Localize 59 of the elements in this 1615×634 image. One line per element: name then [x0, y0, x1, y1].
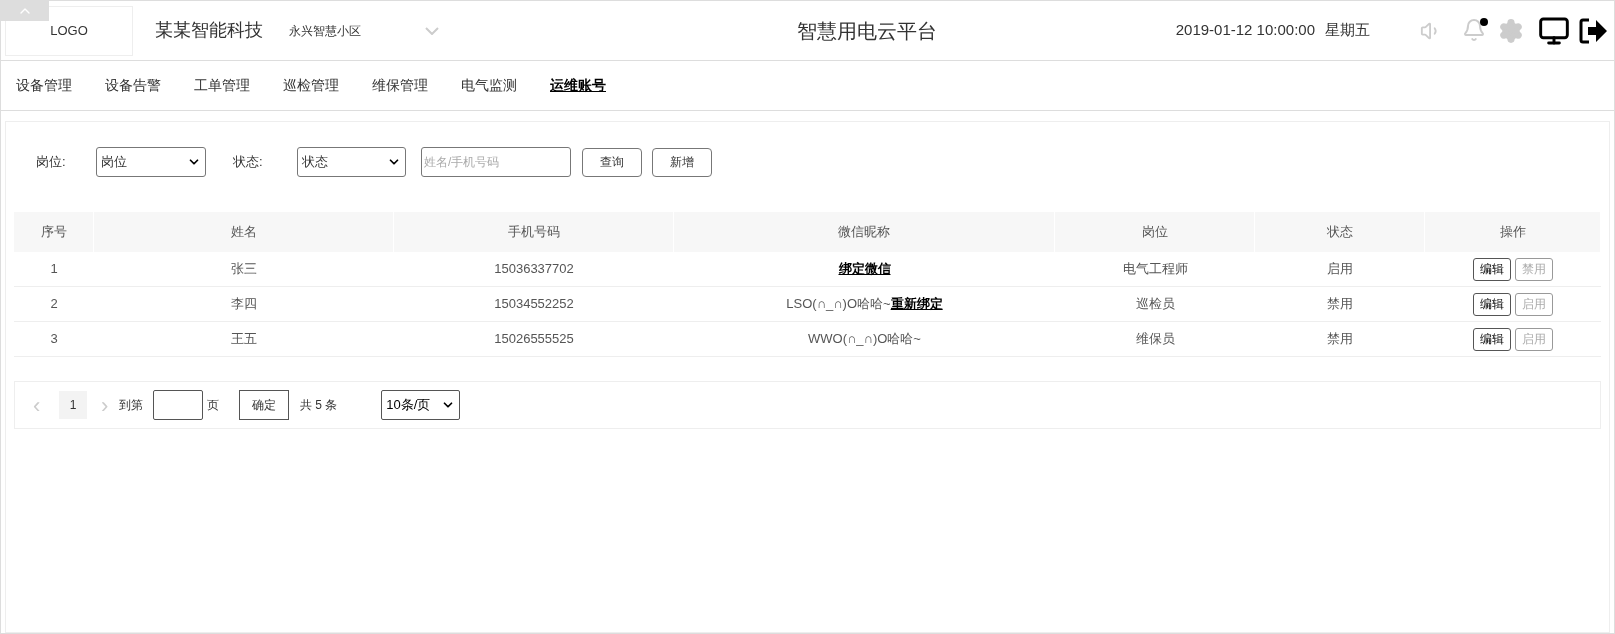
- weekday: 星期五: [1325, 20, 1370, 41]
- table-cell-text: 李四: [230, 295, 258, 314]
- community-select[interactable]: 永兴智慧小区: [289, 21, 439, 40]
- page-size-select[interactable]: 10条/页: [381, 390, 461, 420]
- nav-tab[interactable]: 设备告警: [105, 75, 161, 96]
- table-cell-text: 15036337702: [493, 260, 575, 279]
- bell-icon: [1462, 17, 1486, 42]
- table-cell-text: 巡检员: [1134, 295, 1176, 314]
- edit-button[interactable]: 编辑: [1473, 292, 1511, 316]
- table-cell-text: 15034552252: [493, 295, 575, 314]
- table-cell-text: 启用: [1326, 260, 1354, 279]
- table-cell-text: 王五: [230, 330, 258, 349]
- company-name: 某某智能科技: [155, 19, 263, 42]
- bell-button[interactable]: [1462, 17, 1486, 44]
- table-cell-text: 禁用: [1326, 330, 1354, 349]
- page-unit: 页: [207, 397, 219, 414]
- nav-tab[interactable]: 工单管理: [194, 75, 250, 96]
- nav-tab[interactable]: 电气监测: [461, 75, 517, 96]
- goto-label: 到第: [119, 397, 143, 414]
- column-header: 微信昵称: [674, 212, 1055, 252]
- nav-tab[interactable]: 设备管理: [16, 75, 72, 96]
- edit-button[interactable]: 编辑: [1473, 327, 1511, 351]
- column-header: 手机号码: [394, 212, 674, 252]
- position-select[interactable]: 岗位: [96, 147, 206, 177]
- platform-title: 智慧用电云平台: [797, 18, 938, 44]
- page-input[interactable]: [153, 390, 203, 420]
- column-header: 序号: [14, 212, 94, 252]
- nav-tab[interactable]: 巡检管理: [283, 75, 339, 96]
- page-number[interactable]: 1: [59, 391, 87, 419]
- edit-button[interactable]: 编辑: [1473, 257, 1511, 281]
- wechat-nickname: LSO(∩_∩)O哈哈~: [786, 295, 891, 314]
- column-header: 岗位: [1055, 212, 1255, 252]
- confirm-button[interactable]: 确定: [239, 390, 289, 420]
- query-button[interactable]: 查询: [582, 147, 642, 177]
- wechat-bind-link[interactable]: 重新绑定: [890, 294, 943, 314]
- status-select[interactable]: 状态: [297, 147, 406, 177]
- wechat-nickname: WWO(∩_∩)O哈哈~: [808, 330, 921, 349]
- search-field[interactable]: 姓名/手机号码: [421, 147, 571, 177]
- wechat-bind-link[interactable]: 绑定微信: [838, 259, 891, 279]
- logo: LOGO: [5, 5, 133, 56]
- table-cell-text: 2: [49, 295, 59, 314]
- chevron-down-icon: [425, 26, 439, 35]
- table-cell-text: 电气工程师: [1121, 260, 1189, 279]
- column-header: 状态: [1255, 212, 1425, 252]
- nav-tab[interactable]: 维保管理: [372, 75, 428, 96]
- status-label: 状态:: [233, 153, 264, 172]
- add-button[interactable]: 新增: [652, 147, 712, 177]
- table-cell-text: 1: [49, 260, 59, 279]
- table-cell-text: 张三: [230, 260, 258, 279]
- total-count: 共 5 条: [300, 397, 338, 414]
- table-cell-text: 15026555525: [493, 330, 575, 349]
- datetime: 2019-01-12 10:00:00: [1175, 20, 1315, 41]
- table-cell-text: 3: [49, 330, 59, 349]
- table-cell-text: 维保员: [1134, 330, 1176, 349]
- nav-tab[interactable]: 运维账号: [550, 75, 606, 96]
- column-header: 姓名: [94, 212, 394, 252]
- position-label: 岗位:: [36, 153, 67, 172]
- table-cell-text: 禁用: [1326, 295, 1354, 314]
- column-header: 操作: [1425, 212, 1601, 252]
